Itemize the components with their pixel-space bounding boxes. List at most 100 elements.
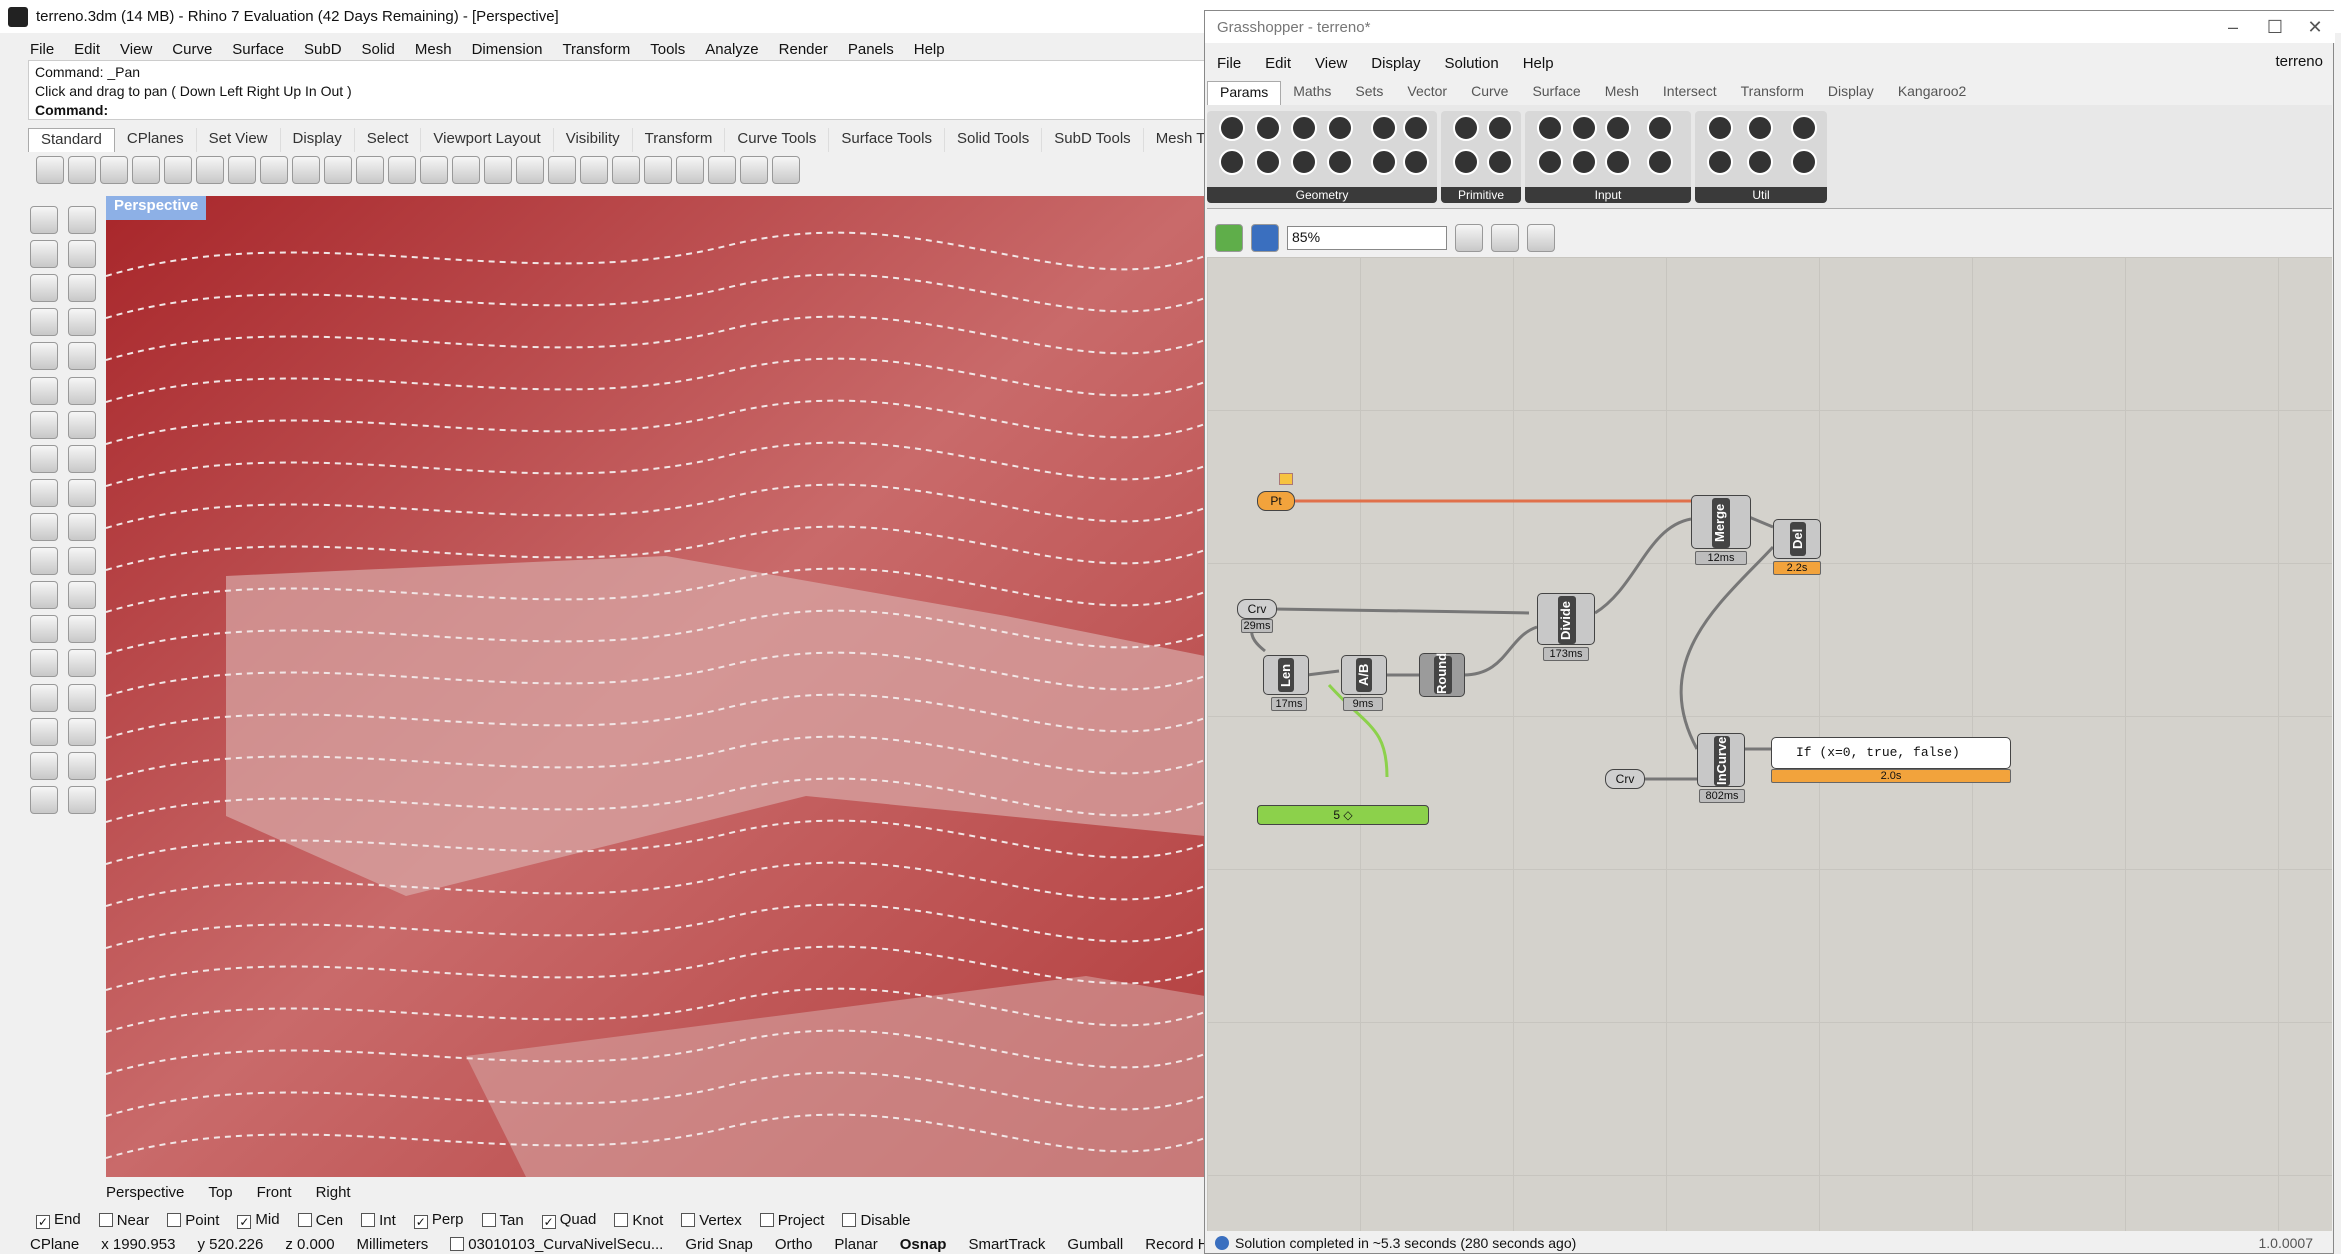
checkbox[interactable]	[759, 1212, 774, 1227]
component-icon[interactable]	[1487, 149, 1513, 175]
tool-icon[interactable]	[516, 156, 544, 184]
component-icon[interactable]	[1791, 115, 1817, 141]
component-icon[interactable]	[1327, 115, 1353, 141]
zoom-extents-icon[interactable]	[1455, 224, 1483, 252]
tool-icon[interactable]	[676, 156, 704, 184]
viewport-tab-perspective[interactable]: Perspective	[106, 1184, 184, 1201]
minimize-icon[interactable]: –	[2223, 17, 2243, 37]
tool-icon[interactable]	[68, 683, 96, 712]
tool-icon[interactable]	[30, 274, 58, 303]
tool-icon[interactable]	[30, 581, 58, 610]
save-icon[interactable]	[1251, 224, 1279, 252]
status-ortho[interactable]: Ortho	[775, 1236, 813, 1253]
tool-icon[interactable]	[260, 156, 288, 184]
tool-icon[interactable]	[68, 649, 96, 678]
tool-icon[interactable]	[452, 156, 480, 184]
tool-icon[interactable]	[68, 615, 96, 644]
tool-icon[interactable]	[548, 156, 576, 184]
tool-icon[interactable]	[30, 615, 58, 644]
toolbar-tab[interactable]: Viewport Layout	[421, 128, 554, 152]
component-icon[interactable]	[1453, 149, 1479, 175]
tool-icon[interactable]	[30, 512, 58, 541]
tool-icon[interactable]	[68, 156, 96, 184]
gh-tab-display[interactable]: Display	[1816, 81, 1886, 105]
tool-icon[interactable]	[68, 342, 96, 371]
status-gumball[interactable]: Gumball	[1067, 1236, 1123, 1253]
checkbox[interactable]	[481, 1212, 496, 1227]
command-prompt[interactable]: Command:	[35, 101, 1201, 120]
menu-item-curve[interactable]: Curve	[172, 41, 212, 58]
tool-icon[interactable]	[30, 444, 58, 473]
command-area[interactable]: Command: _Pan Click and drag to pan ( Do…	[28, 60, 1208, 120]
gh-menu-item-view[interactable]: View	[1315, 55, 1347, 72]
gh-menu-item-solution[interactable]: Solution	[1444, 55, 1498, 72]
tool-icon[interactable]	[324, 156, 352, 184]
osnap-tan[interactable]: Tan	[481, 1212, 524, 1229]
tool-icon[interactable]	[30, 717, 58, 746]
osnap-point[interactable]: Point	[167, 1212, 219, 1229]
close-icon[interactable]: ✕	[2305, 17, 2325, 37]
checkbox[interactable]	[98, 1212, 113, 1227]
open-icon[interactable]	[1215, 224, 1243, 252]
tool-icon[interactable]	[708, 156, 736, 184]
osnap-near[interactable]: Near	[98, 1212, 149, 1229]
osnap-end[interactable]: ✓ End	[36, 1211, 81, 1229]
cull-duplicates-component[interactable]: Del	[1773, 519, 1821, 559]
checkbox[interactable]: ✓	[36, 1215, 50, 1229]
component-icon[interactable]	[1291, 149, 1317, 175]
round-component[interactable]: Round	[1419, 653, 1465, 697]
checkbox[interactable]	[681, 1212, 696, 1227]
tool-icon[interactable]	[420, 156, 448, 184]
toolbar-tab[interactable]: Standard	[28, 128, 115, 152]
length-component[interactable]: Len	[1263, 655, 1309, 695]
tool-icon[interactable]	[356, 156, 384, 184]
component-icon[interactable]	[1707, 149, 1733, 175]
gh-menu-item-help[interactable]: Help	[1523, 55, 1554, 72]
component-icon[interactable]	[1791, 149, 1817, 175]
tool-icon[interactable]	[68, 785, 96, 814]
component-icon[interactable]	[1537, 115, 1563, 141]
tool-icon[interactable]	[772, 156, 800, 184]
toolbar-tab[interactable]: Visibility	[554, 128, 633, 152]
checkbox[interactable]: ✓	[237, 1215, 252, 1229]
tool-icon[interactable]	[580, 156, 608, 184]
osnap-vertex[interactable]: Vertex	[681, 1212, 742, 1229]
tool-icon[interactable]	[228, 156, 256, 184]
viewport-tab-front[interactable]: Front	[257, 1184, 292, 1201]
menu-item-view[interactable]: View	[120, 41, 152, 58]
osnap-knot[interactable]: Knot	[614, 1212, 663, 1229]
tool-icon[interactable]	[68, 206, 96, 234]
component-icon[interactable]	[1371, 149, 1397, 175]
gh-tab-maths[interactable]: Maths	[1281, 81, 1343, 105]
tool-icon[interactable]	[612, 156, 640, 184]
tool-icon[interactable]	[30, 547, 58, 576]
tool-icon[interactable]	[68, 308, 96, 337]
gh-tab-intersect[interactable]: Intersect	[1651, 81, 1729, 105]
tool-icon[interactable]	[30, 751, 58, 780]
component-icon[interactable]	[1647, 149, 1673, 175]
component-icon[interactable]	[1403, 149, 1429, 175]
tool-icon[interactable]	[68, 717, 96, 746]
tool-icon[interactable]	[644, 156, 672, 184]
status-grid-snap[interactable]: Grid Snap	[685, 1236, 753, 1253]
gh-tab-sets[interactable]: Sets	[1343, 81, 1395, 105]
menu-item-panels[interactable]: Panels	[848, 41, 894, 58]
checkbox[interactable]: ✓	[413, 1215, 428, 1229]
tool-icon[interactable]	[68, 547, 96, 576]
osnap-disable[interactable]: Disable	[842, 1212, 911, 1229]
tool-icon[interactable]	[68, 512, 96, 541]
toolbar-tab[interactable]: Select	[355, 128, 422, 152]
gh-tab-params[interactable]: Params	[1207, 81, 1282, 105]
component-icon[interactable]	[1403, 115, 1429, 141]
crv-param[interactable]: Crv	[1237, 599, 1277, 619]
viewport-label[interactable]: Perspective	[106, 196, 207, 220]
osnap-quad[interactable]: ✓ Quad	[541, 1211, 596, 1229]
tool-icon[interactable]	[132, 156, 160, 184]
component-icon[interactable]	[1537, 149, 1563, 175]
tool-icon[interactable]	[30, 342, 58, 371]
component-icon[interactable]	[1647, 115, 1673, 141]
checkbox[interactable]	[167, 1212, 182, 1227]
checkbox[interactable]	[842, 1212, 857, 1227]
osnap-project[interactable]: Project	[759, 1212, 824, 1229]
maximize-icon[interactable]: ☐	[2265, 17, 2285, 37]
